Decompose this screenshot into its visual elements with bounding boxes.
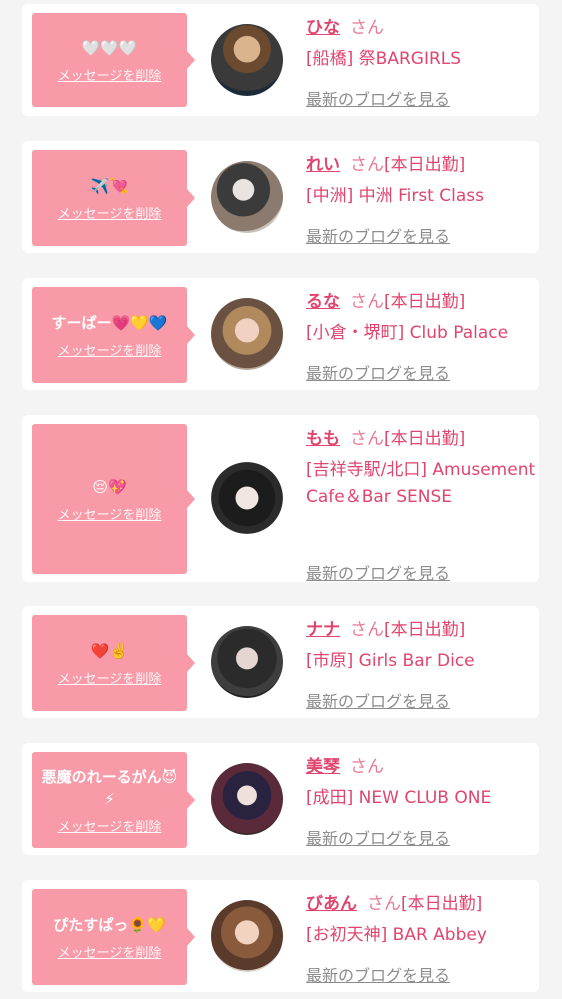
profile-info: ひな さん [船橋] 祭BARGIRLS 最新のブログを見る [306,16,536,109]
girl-name-link[interactable]: もも [306,429,340,449]
message-bubble: 😔💖 メッセージを削除 [32,424,195,574]
message-bubble: ❤️✌️ メッセージを削除 [32,615,195,711]
latest-blog-link[interactable]: 最新のブログを見る [306,560,450,584]
avatar[interactable] [211,626,283,698]
girl-name-link[interactable]: 美琴 [306,757,340,777]
honorific: さん [367,894,401,914]
message-bubble: ぴたすぱっ🌻💛 メッセージを削除 [32,889,195,985]
message-bubble: 悪魔のれーるがん😈⚡ メッセージを削除 [32,752,195,848]
avatar[interactable] [211,462,283,534]
latest-blog-link[interactable]: 最新のブログを見る [306,688,450,712]
honorific: さん [350,155,384,175]
delete-message-link[interactable]: メッセージを削除 [58,668,162,687]
status-badge: [本日出勤] [384,155,466,175]
message-card: すーぱー💗💛💙 メッセージを削除 るな さん[本日出勤] [小倉・堺町] Club… [22,278,539,390]
status-badge: [本日出勤] [401,894,483,914]
message-bubble: ✈️💘 メッセージを削除 [32,150,195,246]
honorific: さん [350,757,384,777]
girl-name-link[interactable]: びあん [306,894,357,914]
avatar[interactable] [211,24,283,96]
status-badge: [本日出勤] [384,620,466,640]
shop-name: [小倉・堺町] Club Palace [306,323,509,343]
shop-name: [お初天神] BAR Abbey [306,925,487,945]
message-card: 🤍🤍🤍 メッセージを削除 ひな さん [船橋] 祭BARGIRLS 最新のブログを… [22,4,539,116]
message-text: すーぱー💗💛💙 [51,313,168,332]
avatar[interactable] [211,900,283,972]
girl-name-link[interactable]: ナナ [306,620,340,640]
message-bubble: すーぱー💗💛💙 メッセージを削除 [32,287,195,383]
shop-name: [市原] Girls Bar Dice [306,651,475,671]
message-text: 🤍🤍🤍 [81,38,138,57]
delete-message-link[interactable]: メッセージを削除 [58,816,162,835]
latest-blog-link[interactable]: 最新のブログを見る [306,360,450,384]
shop-name: [成田] NEW CLUB ONE [306,788,492,808]
avatar[interactable] [211,298,283,370]
girl-name-link[interactable]: るな [306,292,340,312]
latest-blog-link[interactable]: 最新のブログを見る [306,86,450,110]
profile-info: もも さん[本日出勤] [吉祥寺駅/北口] Amusement Cafe＆Bar … [306,427,536,583]
message-text: ぴたすぱっ🌻💛 [53,915,166,934]
message-bubble: 🤍🤍🤍 メッセージを削除 [32,13,195,107]
shop-name: [船橋] 祭BARGIRLS [306,49,462,69]
profile-info: るな さん[本日出勤] [小倉・堺町] Club Palace 最新のブログを見る [306,290,536,383]
message-card: ✈️💘 メッセージを削除 れい さん[本日出勤] [中洲] 中洲 First Cl… [22,141,539,253]
profile-info: れい さん[本日出勤] [中洲] 中洲 First Class 最新のブログを見る [306,153,536,246]
honorific: さん [350,18,384,38]
shop-name: [中洲] 中洲 First Class [306,186,484,206]
latest-blog-link[interactable]: 最新のブログを見る [306,223,450,247]
profile-info: びあん さん[本日出勤] [お初天神] BAR Abbey 最新のブログを見る [306,892,536,985]
avatar[interactable] [211,763,283,835]
profile-info: ナナ さん[本日出勤] [市原] Girls Bar Dice 最新のブログを見る [306,618,536,711]
message-card: 悪魔のれーるがん😈⚡ メッセージを削除 美琴 さん [成田] NEW CLUB O… [22,743,539,855]
status-badge: [本日出勤] [384,429,466,449]
latest-blog-link[interactable]: 最新のブログを見る [306,962,450,986]
girl-name-link[interactable]: ひな [306,18,340,38]
delete-message-link[interactable]: メッセージを削除 [58,340,162,359]
message-text: ❤️✌️ [90,641,129,660]
delete-message-link[interactable]: メッセージを削除 [58,203,162,222]
profile-info: 美琴 さん [成田] NEW CLUB ONE 最新のブログを見る [306,755,536,848]
status-badge: [本日出勤] [384,292,466,312]
message-text: ✈️💘 [90,176,129,195]
delete-message-link[interactable]: メッセージを削除 [58,504,162,523]
girl-name-link[interactable]: れい [306,155,340,175]
shop-name: [吉祥寺駅/北口] Amusement Cafe＆Bar SENSE [306,460,536,507]
avatar[interactable] [211,161,283,233]
latest-blog-link[interactable]: 最新のブログを見る [306,825,450,849]
message-card: ぴたすぱっ🌻💛 メッセージを削除 びあん さん[本日出勤] [お初天神] BAR … [22,880,539,992]
message-card: ❤️✌️ メッセージを削除 ナナ さん[本日出勤] [市原] Girls Bar … [22,606,539,718]
honorific: さん [350,429,384,449]
delete-message-link[interactable]: メッセージを削除 [58,65,162,84]
message-card: 😔💖 メッセージを削除 もも さん[本日出勤] [吉祥寺駅/北口] Amuseme… [22,415,539,583]
message-text: 😔💖 [92,477,127,496]
honorific: さん [350,292,384,312]
message-text: 悪魔のれーるがん😈⚡ [41,767,178,808]
delete-message-link[interactable]: メッセージを削除 [58,942,162,961]
honorific: さん [350,620,384,640]
